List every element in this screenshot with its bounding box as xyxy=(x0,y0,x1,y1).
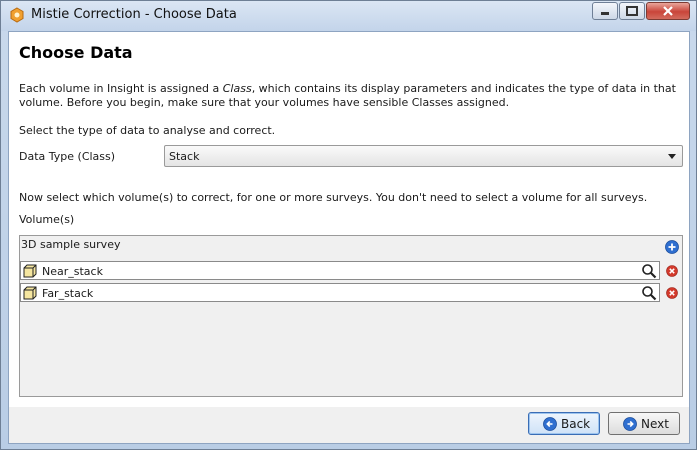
back-button[interactable]: Back xyxy=(528,412,600,435)
volume-row[interactable]: Far_stack xyxy=(20,283,660,302)
minimize-icon xyxy=(601,12,609,15)
close-icon xyxy=(663,6,673,16)
data-type-select[interactable]: Stack xyxy=(164,145,683,167)
data-type-label: Data Type (Class) xyxy=(19,150,116,163)
remove-volume-icon[interactable] xyxy=(666,287,678,299)
app-logo-icon xyxy=(10,7,24,23)
back-button-label: Back xyxy=(561,417,591,431)
volumes-label: Volume(s) xyxy=(19,213,75,226)
intro-text-part: Each volume in Insight is assigned a xyxy=(19,82,223,95)
search-icon[interactable] xyxy=(641,285,657,301)
next-button-label: Next xyxy=(641,417,669,431)
intro-text: Each volume in Insight is assigned a Cla… xyxy=(19,82,679,110)
chevron-down-icon xyxy=(668,154,676,159)
survey-name: 3D sample survey xyxy=(21,238,121,251)
data-type-value: Stack xyxy=(169,150,200,163)
wizard-panel: Choose Data Each volume in Insight is as… xyxy=(8,31,690,444)
title-bar[interactable]: Mistie Correction - Choose Data xyxy=(1,1,696,31)
arrow-right-icon xyxy=(623,417,637,431)
intro-class-term: Class xyxy=(222,82,252,95)
volume-row[interactable]: Near_stack xyxy=(20,261,660,280)
maximize-icon xyxy=(626,6,638,16)
close-button[interactable] xyxy=(646,2,690,20)
volume-name: Far_stack xyxy=(42,287,94,300)
volume-prompt: Now select which volume(s) to correct, f… xyxy=(19,191,648,204)
page-title: Choose Data xyxy=(19,43,133,62)
window-title: Mistie Correction - Choose Data xyxy=(31,7,237,22)
app-window: Mistie Correction - Choose Data Choose D… xyxy=(0,0,697,450)
select-prompt: Select the type of data to analyse and c… xyxy=(19,124,276,137)
search-icon[interactable] xyxy=(641,263,657,279)
remove-volume-icon[interactable] xyxy=(666,265,678,277)
volume-list: 3D sample survey Near_stack Far_stack xyxy=(19,235,683,397)
maximize-button[interactable] xyxy=(619,2,645,20)
volume-icon xyxy=(23,264,37,278)
volume-name: Near_stack xyxy=(42,265,103,278)
arrow-left-icon xyxy=(543,417,557,431)
volume-icon xyxy=(23,286,37,300)
minimize-button[interactable] xyxy=(592,2,618,20)
add-volume-icon[interactable] xyxy=(665,240,679,254)
next-button[interactable]: Next xyxy=(608,412,680,435)
